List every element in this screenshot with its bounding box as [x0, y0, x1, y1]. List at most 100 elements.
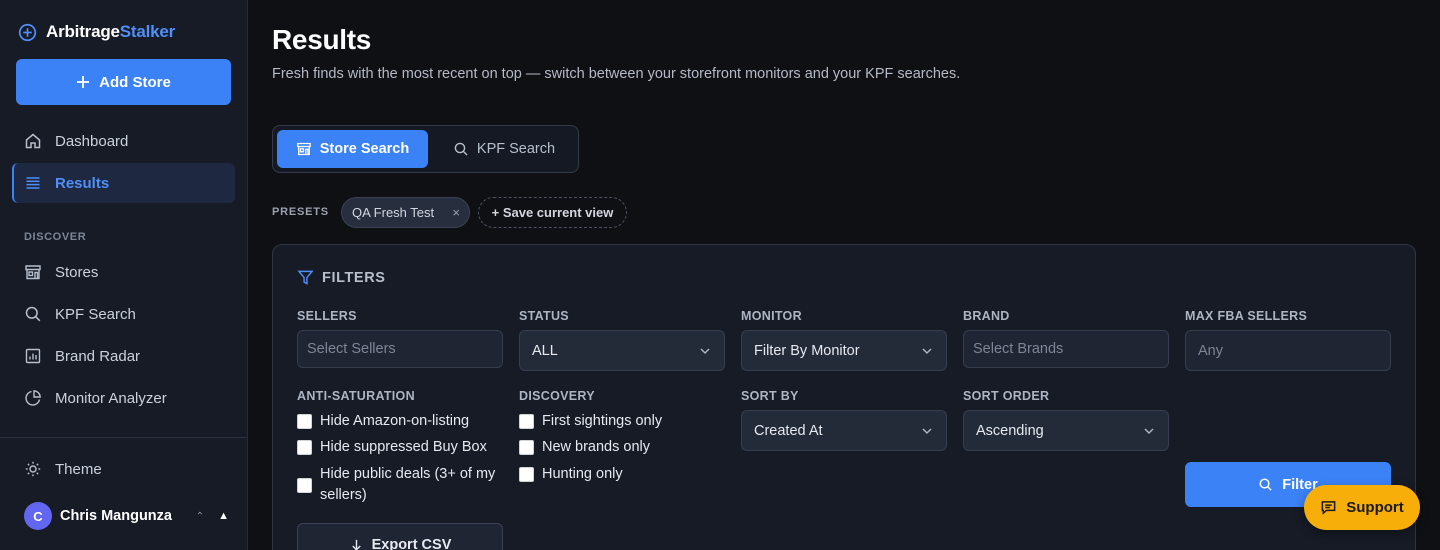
tab-store-search[interactable]: Store Search — [277, 130, 428, 168]
option-label: Hide public deals (3+ of my sellers) — [320, 466, 496, 503]
add-store-button[interactable]: Add Store — [16, 59, 231, 105]
store-icon — [25, 265, 41, 280]
sidebar-item-dashboard[interactable]: Dashboard — [12, 121, 235, 161]
search-icon — [1259, 478, 1272, 491]
add-store-label: Add Store — [99, 73, 171, 91]
max-fba-sellers-input[interactable]: Any — [1185, 330, 1391, 371]
option-label: Hide Amazon-on-listing — [320, 413, 470, 429]
sort-order-value: Ascending — [976, 422, 1044, 439]
sidebar-item-kpf-search[interactable]: KPF Search — [12, 294, 235, 334]
new-brands-only-option[interactable]: New brands only — [519, 437, 650, 458]
sidebar-item-label: Monitor Analyzer — [55, 389, 167, 407]
chevron-up-icon: ⌃ — [195, 510, 205, 522]
preset-chip[interactable]: QA Fresh Test × — [341, 197, 470, 228]
sun-icon — [25, 461, 41, 477]
brand-label: BRAND — [963, 309, 1010, 323]
hide-suppressed-buy-box-checkbox[interactable] — [297, 440, 312, 455]
brand-select[interactable]: Select Brands — [963, 330, 1169, 368]
sidebar-item-label: KPF Search — [55, 305, 136, 323]
new-brands-only-checkbox[interactable] — [519, 440, 534, 455]
sort-order-select[interactable]: Ascending — [963, 410, 1169, 451]
hunting-only-option[interactable]: Hunting only — [519, 464, 623, 485]
brand-logo[interactable]: ArbitrageStalker — [18, 22, 175, 42]
tab-label: KPF Search — [476, 141, 556, 157]
hide-suppressed-buy-box-option[interactable]: Hide suppressed Buy Box — [297, 437, 487, 458]
sort-by-label: SORT BY — [741, 389, 799, 403]
monitor-label: MONITOR — [741, 309, 802, 323]
chevron-down-icon — [922, 428, 932, 435]
support-button[interactable]: Support — [1304, 485, 1420, 530]
sidebar-item-label: Stores — [55, 263, 99, 281]
presets-label: PRESETS — [272, 206, 329, 218]
page-title: Results — [272, 24, 372, 55]
sort-by-value: Created At — [754, 422, 823, 439]
hide-amazon-on-listing-option[interactable]: Hide Amazon-on-listing — [297, 411, 469, 432]
discover-section-label: DISCOVER — [24, 231, 87, 243]
user-menu[interactable]: C Chris Mangunza ⌃ ▲ — [24, 502, 229, 530]
chevron-down-icon — [922, 348, 932, 355]
sidebar-item-label: Results — [55, 174, 110, 192]
first-sightings-only-option[interactable]: First sightings only — [519, 411, 662, 432]
close-icon[interactable]: × — [452, 205, 460, 220]
sidebar-item-monitor-analyzer[interactable]: Monitor Analyzer — [12, 378, 235, 418]
avatar: C — [24, 502, 52, 530]
status-select[interactable]: ALL — [519, 330, 725, 371]
monitor-select[interactable]: Filter By Monitor — [741, 330, 947, 371]
sidebar-divider — [0, 437, 247, 438]
status-value: ALL — [532, 342, 558, 359]
option-label: New brands only — [542, 439, 650, 455]
hide-public-deals-option[interactable]: Hide public deals (3+ of my sellers) — [297, 464, 503, 506]
option-label: Hunting only — [542, 466, 623, 482]
anti-saturation-label: ANTI-SATURATION — [297, 389, 415, 403]
sidebar-item-brand-radar[interactable]: Brand Radar — [12, 336, 235, 376]
search-icon — [454, 142, 468, 156]
support-label: Support — [1346, 499, 1404, 516]
chat-icon — [1321, 501, 1336, 515]
theme-label: Theme — [55, 460, 102, 478]
tab-kpf-search[interactable]: KPF Search — [433, 130, 575, 168]
plus-circle-icon — [18, 23, 37, 41]
user-menu-toggle[interactable]: ⌃ ▲ — [196, 510, 229, 522]
chevron-down-icon — [1144, 428, 1154, 435]
hunting-only-checkbox[interactable] — [519, 467, 534, 482]
theme-toggle[interactable]: Theme — [12, 449, 235, 489]
sellers-label: SELLERS — [297, 309, 357, 323]
preset-chip-label: QA Fresh Test — [352, 205, 435, 220]
export-csv-button[interactable]: Export CSV — [297, 523, 503, 550]
user-name: Chris Mangunza — [60, 508, 172, 524]
first-sightings-only-checkbox[interactable] — [519, 414, 534, 429]
home-icon — [25, 133, 41, 149]
filters-title: FILTERS — [322, 269, 386, 286]
sidebar-item-label: Dashboard — [55, 132, 129, 150]
sidebar-item-results[interactable]: Results — [12, 163, 235, 203]
search-mode-tabs: Store Search KPF Search — [272, 125, 579, 173]
chevron-down-icon — [700, 348, 710, 355]
brand-name: ArbitrageStalker — [46, 22, 176, 41]
sort-order-label: SORT ORDER — [963, 389, 1050, 403]
caret-up-icon: ▲ — [218, 510, 229, 522]
monitor-value: Filter By Monitor — [754, 342, 860, 359]
sidebar: ArbitrageStalker Add Store Dashboard Res… — [0, 0, 248, 550]
filters-header: FILTERS — [297, 269, 386, 286]
option-label: Hide suppressed Buy Box — [320, 439, 487, 455]
pie-chart-icon — [25, 390, 41, 406]
sidebar-item-stores[interactable]: Stores — [12, 252, 235, 292]
list-icon — [26, 177, 40, 189]
page-subtitle: Fresh finds with the most recent on top … — [272, 66, 961, 82]
store-icon — [296, 142, 311, 156]
sidebar-item-label: Brand Radar — [55, 347, 141, 365]
hide-public-deals-checkbox[interactable] — [297, 478, 312, 493]
filter-icon — [297, 270, 314, 285]
sort-by-select[interactable]: Created At — [741, 410, 947, 451]
status-label: STATUS — [519, 309, 569, 323]
plus-icon — [77, 76, 90, 88]
save-current-view-button[interactable]: + Save current view — [478, 197, 627, 228]
hide-amazon-on-listing-checkbox[interactable] — [297, 414, 312, 429]
option-label: First sightings only — [542, 413, 663, 429]
discovery-label: DISCOVERY — [519, 389, 595, 403]
export-csv-label: Export CSV — [371, 537, 452, 550]
tab-label: Store Search — [319, 141, 410, 157]
download-icon — [351, 539, 361, 550]
max-fba-sellers-label: MAX FBA SELLERS — [1185, 309, 1308, 323]
sellers-select[interactable]: Select Sellers — [297, 330, 503, 368]
